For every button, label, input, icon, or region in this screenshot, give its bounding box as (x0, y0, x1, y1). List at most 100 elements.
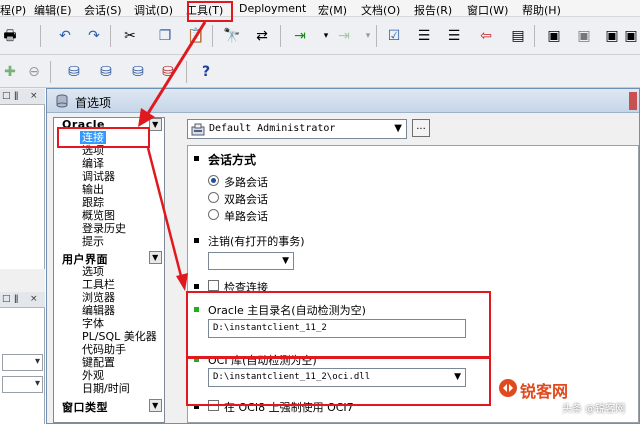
unindent-icon[interactable]: ☰ (444, 26, 464, 46)
tree-item[interactable]: 日期/时间 (82, 382, 130, 395)
tree-item[interactable]: 浏览器 (82, 291, 115, 304)
profile-value: Default Administrator (209, 123, 336, 134)
tree-group-user-interface[interactable]: 用户界面 ▼ (54, 251, 164, 266)
indent-icon[interactable]: ☰ (414, 26, 434, 46)
radio-button[interactable] (208, 209, 219, 220)
paste-icon[interactable]: 📋 (186, 26, 206, 46)
pin-icon[interactable]: □ (2, 91, 11, 101)
left-pane-bottom: □ ǁ × (0, 292, 45, 424)
tree-item[interactable]: 键配置 (82, 356, 115, 369)
chevron-down-icon[interactable]: ▼ (394, 123, 402, 134)
toolbar-separator (280, 25, 281, 47)
remove-icon[interactable]: ⊖ (24, 62, 44, 82)
print-icon[interactable]: 🖶 (0, 26, 20, 46)
sql-window-icon[interactable]: ▣ (624, 26, 638, 46)
database-icon[interactable]: ⛁ (64, 62, 84, 82)
dialog-titlebar[interactable]: 首选项 (47, 89, 639, 113)
left-pane-top: □ ǁ × (0, 89, 45, 269)
disconnect-icon[interactable]: ⛁ (158, 62, 178, 82)
tree-item[interactable]: 编辑器 (82, 304, 115, 317)
tree-group-window-types[interactable]: 窗口类型 ▼ (54, 399, 164, 414)
cut-icon[interactable]: ✂ (120, 26, 140, 46)
close-icon[interactable]: × (30, 294, 38, 304)
menu-session[interactable]: 会话(S) (84, 2, 122, 18)
collapse-icon[interactable]: ▼ (149, 118, 162, 131)
tree-item[interactable]: 工具栏 (82, 278, 115, 291)
chevron-down-icon[interactable]: ▾ (358, 26, 378, 46)
annotation-box-connection (57, 127, 150, 148)
execute-icon[interactable]: ⇥ (290, 26, 310, 46)
checkbox[interactable] (208, 280, 219, 291)
menu-program[interactable]: 程(P) (0, 2, 26, 18)
close-icon[interactable]: × (30, 91, 38, 101)
toolbar-separator (212, 25, 213, 47)
logoff-select[interactable]: ▼ (208, 252, 294, 270)
chevron-down-icon[interactable]: ▼ (282, 256, 289, 266)
redo-icon[interactable]: ↷ (84, 26, 104, 46)
section-marker (194, 238, 199, 243)
help-icon[interactable]: ? (196, 62, 216, 82)
session-mode-title: 会话方式 (208, 153, 257, 167)
sql-window-icon[interactable]: ▣ (602, 26, 622, 46)
undo-icon[interactable]: ↶ (55, 26, 75, 46)
tree-item[interactable]: 调试器 (82, 170, 115, 183)
export-icon[interactable]: ⇦ (476, 26, 496, 46)
tree-item[interactable]: 外观 (82, 369, 104, 382)
find-icon[interactable]: 🔭 (222, 26, 242, 46)
dialog-title: 首选项 (75, 96, 112, 110)
radio-label: 双路会话 (224, 193, 268, 206)
tree-group-label: 窗口类型 (62, 401, 108, 414)
float-icon[interactable]: ǁ (14, 91, 18, 101)
toolbar-main: 🖶 ↶ ↷ ✂ ❐ 📋 🔭 ⇄ ⇥ ▾ ⇥ ▾ ☑ ☰ ☰ ⇦ ▤ ▣ ▣ ▣ … (0, 17, 640, 55)
tree-item[interactable]: 概览图 (82, 209, 115, 222)
menu-debug[interactable]: 调试(D) (134, 2, 173, 18)
annotation-box-tools-menu (187, 1, 233, 22)
menu-help[interactable]: 帮助(H) (522, 2, 561, 18)
profile-select[interactable]: Default Administrator ▼ (187, 119, 407, 139)
menu-edit[interactable]: 编辑(E) (34, 2, 72, 18)
profile-edit-button[interactable]: ... (412, 119, 430, 137)
database-icon (56, 94, 68, 108)
pin-icon[interactable]: □ (2, 294, 11, 304)
section-marker (194, 156, 199, 161)
toolbar-separator (376, 25, 377, 47)
menu-window[interactable]: 窗口(W) (467, 2, 508, 18)
document-check-icon[interactable]: ☑ (384, 26, 404, 46)
copy-icon[interactable]: ❐ (155, 26, 175, 46)
close-button[interactable] (629, 92, 637, 110)
document-icon[interactable]: ▤ (508, 26, 528, 46)
tree-item[interactable]: 提示 (82, 235, 104, 248)
menu-macro[interactable]: 宏(M) (318, 2, 347, 18)
plsql-icon[interactable]: ⛁ (96, 62, 116, 82)
float-icon[interactable]: ǁ (14, 294, 18, 304)
watermark-logo-icon (499, 379, 517, 397)
replace-icon[interactable]: ⇄ (252, 26, 272, 46)
radio-button[interactable] (208, 192, 219, 203)
menu-report[interactable]: 报告(R) (414, 2, 452, 18)
toolbar-separator (534, 25, 535, 47)
menu-document[interactable]: 文档(O) (361, 2, 400, 18)
collapse-icon[interactable]: ▼ (149, 251, 162, 264)
left-pane-combo[interactable] (2, 354, 43, 371)
tree-item[interactable]: 字体 (82, 317, 104, 330)
sql-window-icon[interactable]: ▣ (544, 26, 564, 46)
toolbar-separator (50, 61, 51, 83)
tree-item[interactable]: 选项 (82, 265, 104, 278)
sql-window-icon[interactable]: ▣ (574, 26, 594, 46)
left-pane-combo[interactable] (2, 376, 43, 393)
annotation-box-oci-library (186, 357, 491, 406)
radio-button[interactable] (208, 175, 219, 186)
chevron-down-icon[interactable]: ▾ (316, 26, 336, 46)
tree-item[interactable]: 代码助手 (82, 343, 126, 356)
menu-deployment[interactable]: Deployment (239, 2, 306, 15)
object-icon[interactable]: ⛁ (128, 62, 148, 82)
step-icon[interactable]: ⇥ (334, 26, 354, 46)
tree-item[interactable]: 输出 (82, 183, 104, 196)
category-tree[interactable]: Oracle ▼ 连接 选项 编译 调试器 输出 跟踪 概览图 登录历史 提示 … (53, 117, 165, 423)
tree-item[interactable]: 登录历史 (82, 222, 126, 235)
add-icon[interactable]: ✚ (0, 62, 20, 82)
tree-item[interactable]: PL/SQL 美化器 (82, 330, 157, 343)
collapse-icon[interactable]: ▼ (149, 399, 162, 412)
tree-item[interactable]: 编译 (82, 157, 104, 170)
tree-item[interactable]: 跟踪 (82, 196, 104, 209)
